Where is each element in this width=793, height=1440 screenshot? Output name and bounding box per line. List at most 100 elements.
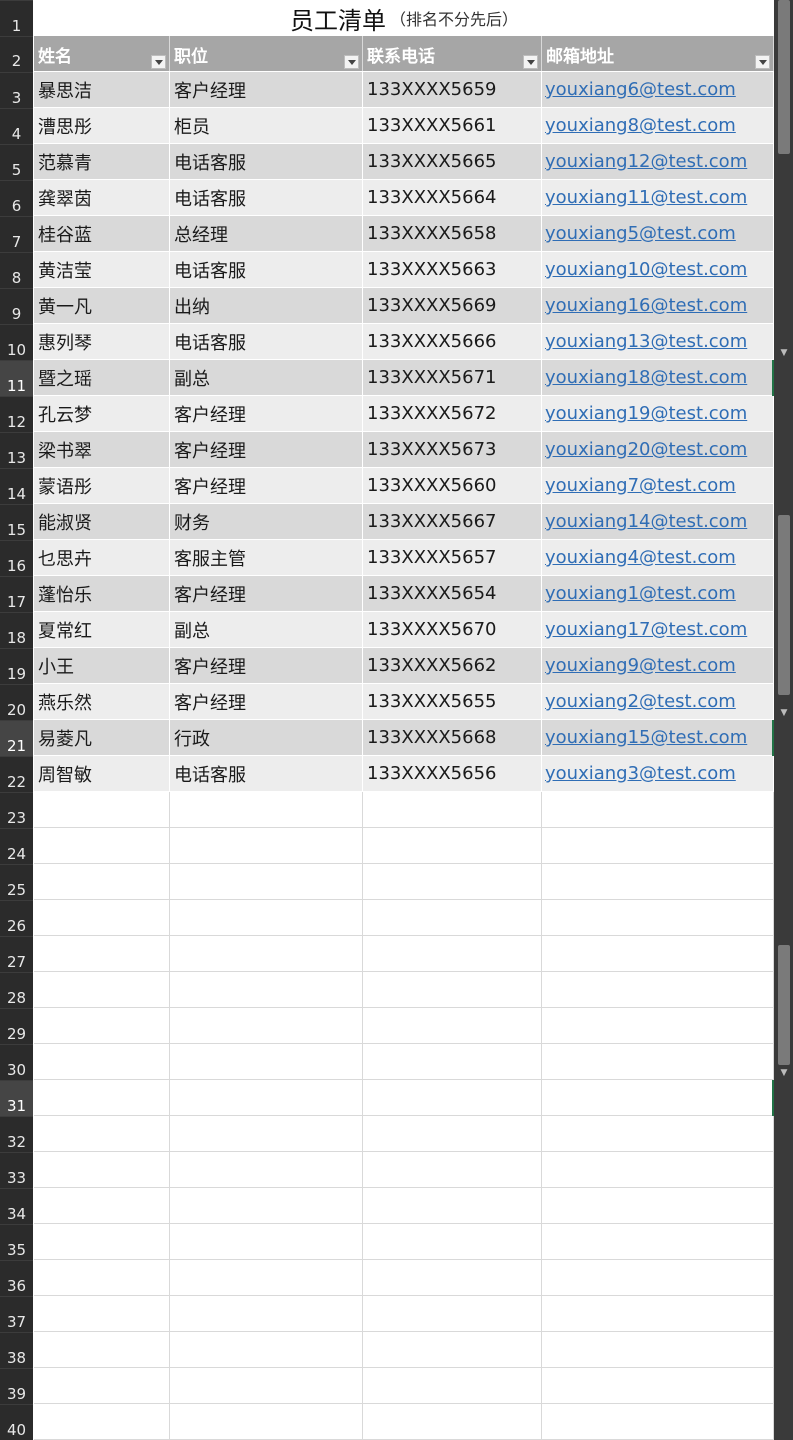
row-header-11[interactable]: 11: [0, 360, 33, 396]
row-header-36[interactable]: 36: [0, 1260, 33, 1296]
row-header-39[interactable]: 39: [0, 1368, 33, 1404]
empty-cell[interactable]: [170, 1080, 363, 1116]
empty-cell[interactable]: [363, 1044, 542, 1080]
scrollbar-thumb-2[interactable]: [778, 515, 790, 695]
table-cell[interactable]: 易菱凡: [34, 720, 170, 756]
row-header-2[interactable]: 2: [0, 36, 33, 71]
empty-cell[interactable]: [170, 828, 363, 864]
empty-cell[interactable]: [170, 1260, 363, 1296]
email-link[interactable]: youxiang15@test.com: [542, 720, 774, 756]
empty-cell[interactable]: [542, 1080, 774, 1116]
empty-cell[interactable]: [363, 1008, 542, 1044]
row-header-30[interactable]: 30: [0, 1044, 33, 1080]
empty-cell[interactable]: [34, 1404, 170, 1440]
row-header-29[interactable]: 29: [0, 1008, 33, 1044]
table-cell[interactable]: 133XXXX5666: [363, 324, 542, 360]
empty-cell[interactable]: [170, 1404, 363, 1440]
row-header-21[interactable]: 21: [0, 720, 33, 756]
empty-cell[interactable]: [542, 828, 774, 864]
empty-cell[interactable]: [542, 972, 774, 1008]
table-cell[interactable]: 乜思卉: [34, 540, 170, 576]
empty-cell[interactable]: [170, 1332, 363, 1368]
table-cell[interactable]: 财务: [170, 504, 363, 540]
empty-cell[interactable]: [170, 864, 363, 900]
table-cell[interactable]: 133XXXX5667: [363, 504, 542, 540]
empty-cell[interactable]: [542, 792, 774, 828]
empty-cell[interactable]: [170, 1008, 363, 1044]
table-cell[interactable]: 燕乐然: [34, 684, 170, 720]
empty-cell[interactable]: [170, 1224, 363, 1260]
empty-cell[interactable]: [363, 972, 542, 1008]
email-link[interactable]: youxiang10@test.com: [542, 252, 774, 288]
empty-cell[interactable]: [34, 1332, 170, 1368]
empty-cell[interactable]: [34, 864, 170, 900]
email-link[interactable]: youxiang14@test.com: [542, 504, 774, 540]
row-header-38[interactable]: 38: [0, 1332, 33, 1368]
email-link[interactable]: youxiang12@test.com: [542, 144, 774, 180]
table-cell[interactable]: 行政: [170, 720, 363, 756]
email-link[interactable]: youxiang5@test.com: [542, 216, 774, 252]
empty-cell[interactable]: [170, 1188, 363, 1224]
empty-cell[interactable]: [170, 936, 363, 972]
table-cell[interactable]: 孔云梦: [34, 396, 170, 432]
table-cell[interactable]: 133XXXX5654: [363, 576, 542, 612]
empty-cell[interactable]: [363, 864, 542, 900]
table-cell[interactable]: 电话客服: [170, 144, 363, 180]
table-cell[interactable]: 出纳: [170, 288, 363, 324]
email-link[interactable]: youxiang1@test.com: [542, 576, 774, 612]
row-header-37[interactable]: 37: [0, 1296, 33, 1332]
scrollbar-thumb-3[interactable]: [778, 945, 790, 1065]
row-header-22[interactable]: 22: [0, 756, 33, 792]
empty-cell[interactable]: [363, 936, 542, 972]
row-header-35[interactable]: 35: [0, 1224, 33, 1260]
table-cell[interactable]: 暴思洁: [34, 72, 170, 108]
empty-cell[interactable]: [363, 1188, 542, 1224]
table-cell[interactable]: 133XXXX5662: [363, 648, 542, 684]
filter-dropdown-icon[interactable]: [344, 55, 359, 69]
column-header-2[interactable]: 职位: [170, 36, 363, 71]
table-cell[interactable]: 电话客服: [170, 756, 363, 792]
email-link[interactable]: youxiang3@test.com: [542, 756, 774, 792]
table-cell[interactable]: 惠列琴: [34, 324, 170, 360]
empty-cell[interactable]: [34, 900, 170, 936]
table-cell[interactable]: 133XXXX5656: [363, 756, 542, 792]
empty-cell[interactable]: [542, 1296, 774, 1332]
table-cell[interactable]: 柜员: [170, 108, 363, 144]
table-cell[interactable]: 副总: [170, 612, 363, 648]
email-link[interactable]: youxiang7@test.com: [542, 468, 774, 504]
empty-cell[interactable]: [542, 1260, 774, 1296]
table-cell[interactable]: 133XXXX5655: [363, 684, 542, 720]
table-cell[interactable]: 客户经理: [170, 576, 363, 612]
table-cell[interactable]: 范慕青: [34, 144, 170, 180]
empty-cell[interactable]: [34, 1044, 170, 1080]
row-header-6[interactable]: 6: [0, 180, 33, 216]
email-link[interactable]: youxiang11@test.com: [542, 180, 774, 216]
row-header-23[interactable]: 23: [0, 792, 33, 828]
row-header-27[interactable]: 27: [0, 936, 33, 972]
filter-dropdown-icon[interactable]: [523, 55, 538, 69]
column-header-4[interactable]: 邮箱地址: [542, 36, 774, 71]
empty-cell[interactable]: [34, 1296, 170, 1332]
table-cell[interactable]: 客服主管: [170, 540, 363, 576]
empty-cell[interactable]: [363, 828, 542, 864]
empty-cell[interactable]: [363, 1152, 542, 1188]
empty-cell[interactable]: [34, 828, 170, 864]
scrollbar-thumb-1[interactable]: [778, 0, 790, 154]
empty-cell[interactable]: [34, 1224, 170, 1260]
table-cell[interactable]: 电话客服: [170, 252, 363, 288]
table-cell[interactable]: 蒙语彤: [34, 468, 170, 504]
email-link[interactable]: youxiang13@test.com: [542, 324, 774, 360]
empty-cell[interactable]: [363, 1332, 542, 1368]
row-header-10[interactable]: 10: [0, 324, 33, 360]
empty-cell[interactable]: [170, 900, 363, 936]
table-cell[interactable]: 客户经理: [170, 684, 363, 720]
table-cell[interactable]: 电话客服: [170, 324, 363, 360]
vertical-scrollbar-track[interactable]: ▼ ▼ ▼: [774, 0, 793, 1440]
empty-cell[interactable]: [542, 1008, 774, 1044]
empty-cell[interactable]: [363, 1404, 542, 1440]
table-cell[interactable]: 133XXXX5670: [363, 612, 542, 648]
empty-cell[interactable]: [34, 1080, 170, 1116]
row-header-1[interactable]: 1: [0, 0, 33, 36]
table-cell[interactable]: 客户经理: [170, 432, 363, 468]
table-cell[interactable]: 客户经理: [170, 396, 363, 432]
